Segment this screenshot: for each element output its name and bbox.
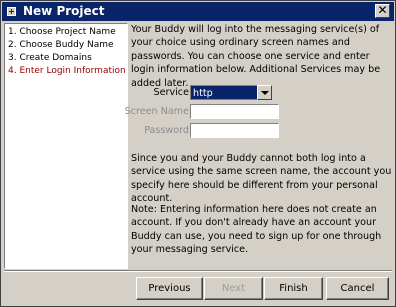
service-row: Service http [131, 85, 393, 100]
note-signup-text: Note: Entering information here does not… [131, 203, 393, 257]
system-menu-icon[interactable] [7, 7, 16, 16]
screen-name-label: Screen Name [124, 106, 189, 117]
close-button[interactable]: ✕ [375, 4, 390, 18]
step-create-domains: 3. Create Domains [8, 53, 92, 63]
service-selected-value: http [193, 88, 213, 99]
note-account-text: Since you and your Buddy cannot both log… [131, 152, 393, 206]
screen-name-field[interactable] [190, 104, 279, 123]
step-choose-buddy-name: 2. Choose Buddy Name [8, 40, 114, 50]
previous-button[interactable]: Previous [136, 277, 203, 300]
screen-name-input[interactable] [191, 111, 279, 123]
step-enter-login-information: 4. Enter Login Information [8, 66, 126, 76]
cancel-button[interactable]: Cancel [326, 277, 389, 300]
screen-name-row: Screen Name [125, 104, 393, 123]
login-form: Service http Screen Name Password [125, 85, 393, 142]
new-project-dialog: New Project ✕ 1. Choose Project Name 2. … [0, 0, 396, 307]
service-select[interactable]: http [190, 85, 272, 100]
note-account: Since you and your Buddy cannot both log… [131, 153, 392, 205]
content-panel: Your Buddy will log into the messaging s… [131, 23, 393, 90]
button-separator [4, 270, 392, 272]
chevron-down-icon[interactable] [257, 85, 272, 100]
finish-button[interactable]: Finish [264, 277, 323, 300]
password-label: Password [144, 125, 189, 136]
close-icon: ✕ [377, 3, 388, 17]
password-row: Password [131, 123, 393, 142]
next-button[interactable]: Next [204, 277, 263, 300]
title-bar[interactable]: New Project ✕ [2, 2, 394, 21]
password-input[interactable] [191, 130, 279, 142]
service-label: Service [153, 87, 189, 98]
window-title: New Project [23, 4, 105, 18]
step-choose-project-name: 1. Choose Project Name [8, 27, 116, 37]
note-signup: Note: Entering information here does not… [131, 204, 382, 256]
intro-text: Your Buddy will log into the messaging s… [131, 24, 381, 89]
password-field[interactable] [190, 123, 279, 142]
steps-list: 1. Choose Project Name 2. Choose Buddy N… [4, 23, 128, 269]
